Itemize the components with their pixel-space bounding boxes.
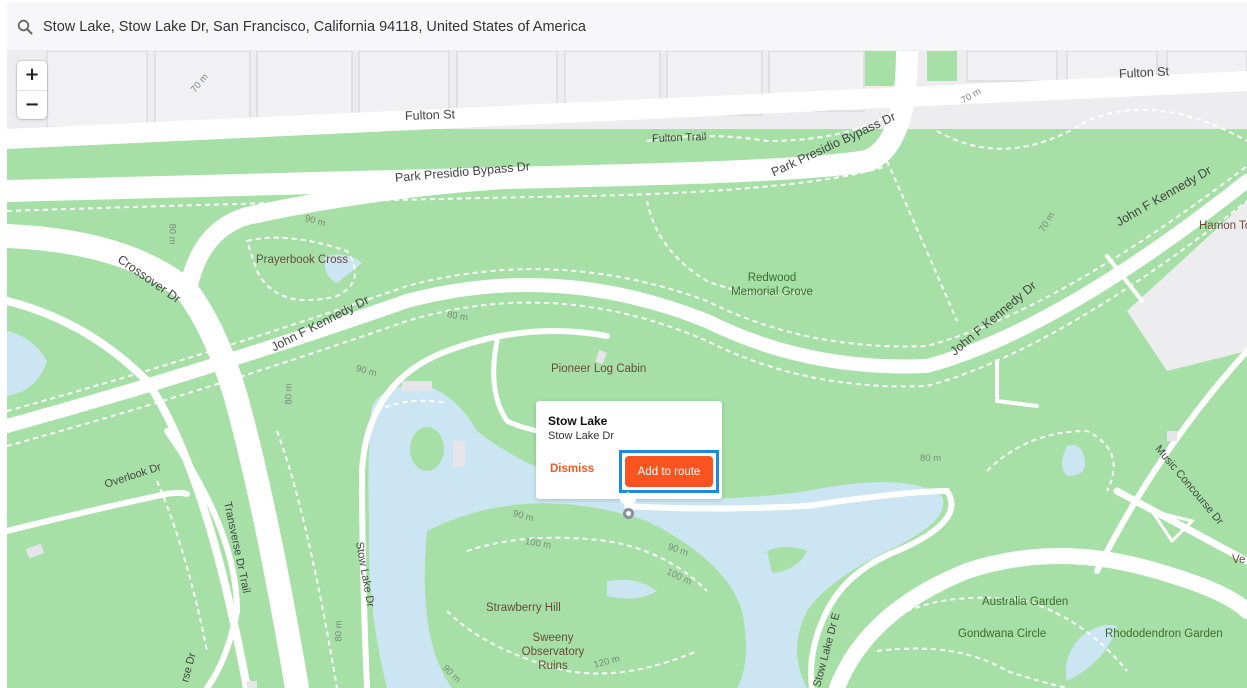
lake-islet — [410, 427, 444, 471]
poi-label-prayerbook-cross[interactable]: Prayerbook Cross — [256, 254, 348, 266]
zoom-in-button[interactable]: + — [17, 61, 47, 90]
park-label-gondwana-circle[interactable]: Gondwana Circle — [958, 628, 1046, 640]
add-to-route-button[interactable]: Add to route — [625, 456, 713, 487]
elevation-label: 80 m — [920, 453, 942, 464]
road-label-fulton-st: Fulton St — [404, 107, 456, 123]
zoom-out-button[interactable]: − — [17, 89, 47, 119]
location-popup: Stow Lake Stow Lake Dr Dismiss Add to ro… — [536, 401, 722, 499]
poi-label-sweeny-observatory[interactable]: Sweeny Observatory Ruins — [513, 631, 593, 673]
elevation-label: 80 m — [333, 620, 345, 642]
park-label-redwood-grove[interactable]: Redwood Memorial Grove — [727, 271, 817, 299]
location-pin-icon[interactable] — [623, 508, 634, 519]
map-canvas[interactable]: Fulton St Fulton St Fulton Trail Park Pr… — [7, 51, 1247, 688]
poi-label-hamon-tower[interactable]: Hamon To — [1199, 220, 1247, 232]
park-label-australia-garden[interactable]: Australia Garden — [982, 596, 1068, 608]
elevation-label: 80 m — [283, 383, 295, 405]
search-icon — [17, 18, 35, 36]
poi-label-strawberry-hill[interactable]: Strawberry Hill — [486, 602, 561, 614]
app-root: Fulton St Fulton St Fulton Trail Park Pr… — [0, 0, 1247, 688]
poi-label-ve[interactable]: Ve — [1232, 554, 1245, 566]
elevation-label: 80 m — [166, 223, 178, 245]
poi-label-pioneer-log-cabin[interactable]: Pioneer Log Cabin — [551, 363, 646, 375]
search-bar — [7, 3, 1247, 51]
road-label-fulton-st-east: Fulton St — [1118, 64, 1170, 81]
trail-label-fulton-trail: Fulton Trail — [651, 131, 707, 145]
popup-subtitle: Stow Lake Dr — [548, 430, 615, 442]
search-input[interactable] — [43, 18, 943, 35]
park-label-rhododendron-garden[interactable]: Rhododendron Garden — [1105, 628, 1223, 640]
popup-title: Stow Lake — [548, 414, 608, 428]
zoom-control: + − — [17, 61, 47, 119]
add-to-route-focus-ring: Add to route — [619, 450, 719, 493]
dismiss-button[interactable]: Dismiss — [550, 463, 594, 475]
